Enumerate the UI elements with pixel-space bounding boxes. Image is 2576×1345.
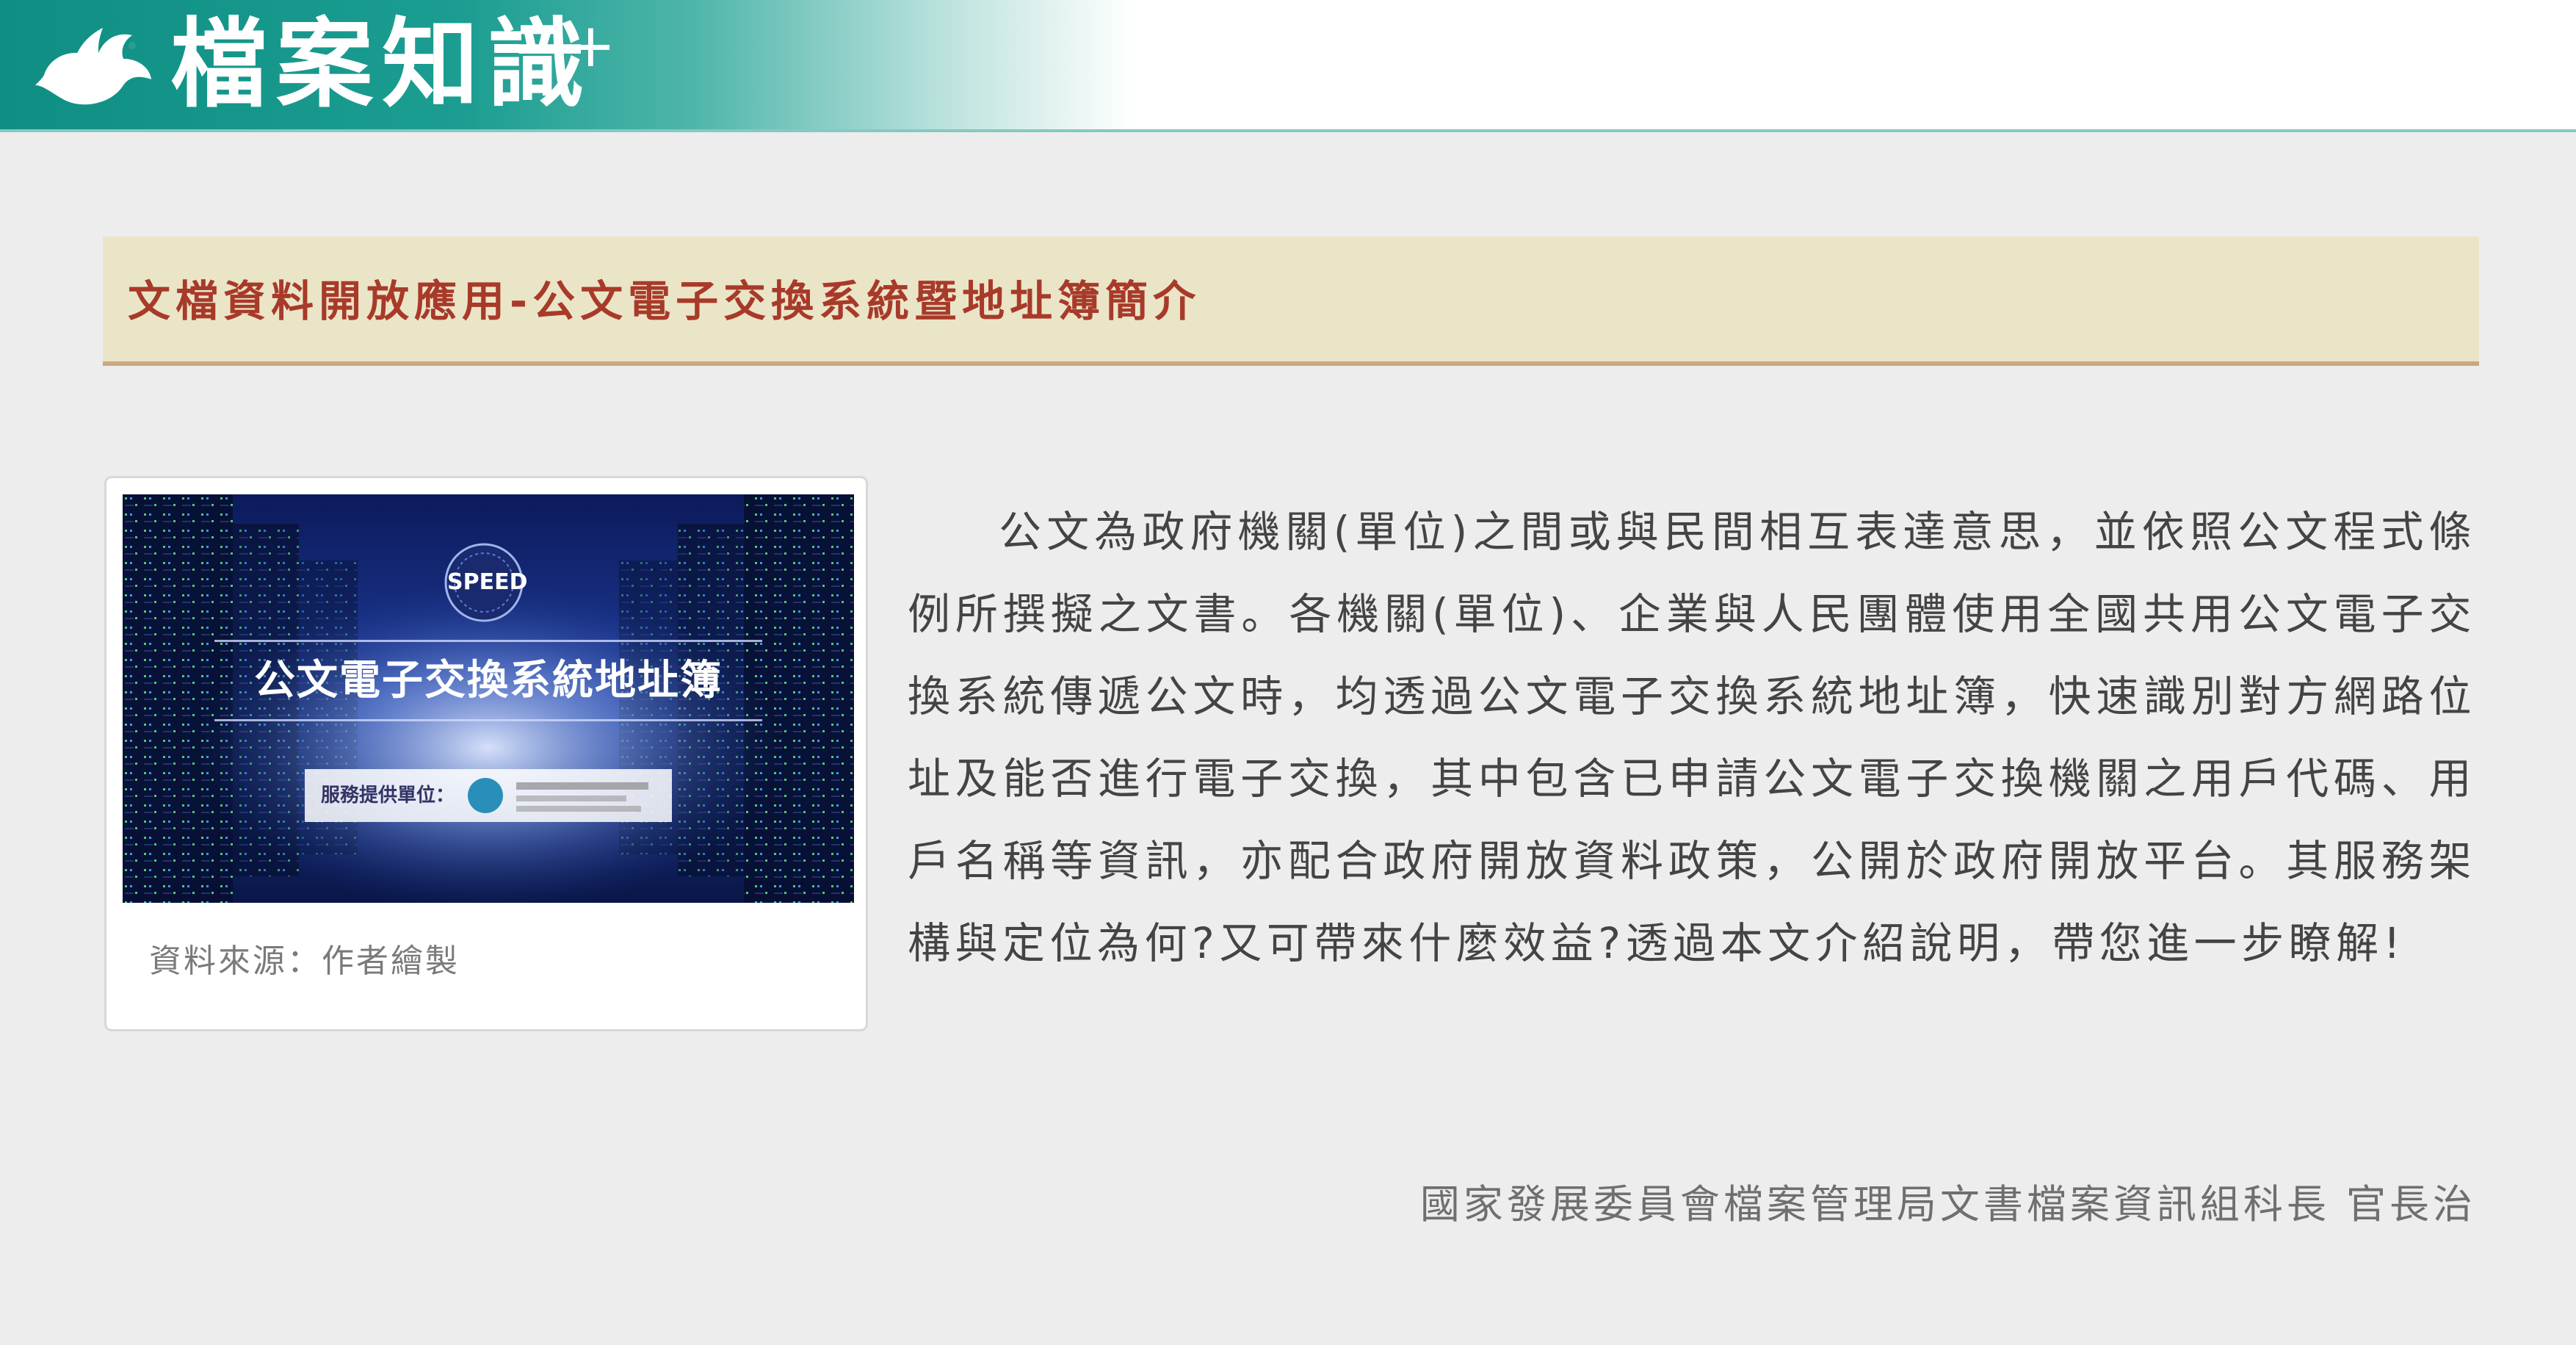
site-header: 檔案知識 + (0, 0, 2576, 132)
figure-caption: 資料來源：作者繪製 (149, 942, 460, 980)
figure-logo-text: SPEED (447, 569, 528, 595)
article-figure-image: SPEED 公文電子交換系統地址簿 服務提供單位： (123, 494, 854, 903)
figure-provider-label: 服務提供單位： (321, 785, 455, 807)
site-logo-plus: + (565, 11, 616, 81)
article-author: 國家發展委員會檔案管理局文書檔案資訊組科長 官長治 (1419, 1181, 2476, 1227)
site-logo-text[interactable]: 檔案知識 (170, 6, 593, 123)
article-title: 文檔資料開放應用-公文電子交換系統暨地址簿簡介 (128, 276, 1201, 326)
article-intro-paragraph: 公文為政府機關(單位)之間或與民間相互表達意思，並依照公文程式條例所撰擬之文書。… (908, 507, 2476, 968)
article-title-banner: 文檔資料開放應用-公文電子交換系統暨地址簿簡介 (103, 237, 2479, 366)
figure-title-text: 公文電子交換系統地址簿 (254, 657, 723, 704)
article-figure-card: SPEED 公文電子交換系統地址簿 服務提供單位： 資料來源：作者繪製 (104, 476, 868, 1031)
bird-icon[interactable] (29, 18, 154, 113)
